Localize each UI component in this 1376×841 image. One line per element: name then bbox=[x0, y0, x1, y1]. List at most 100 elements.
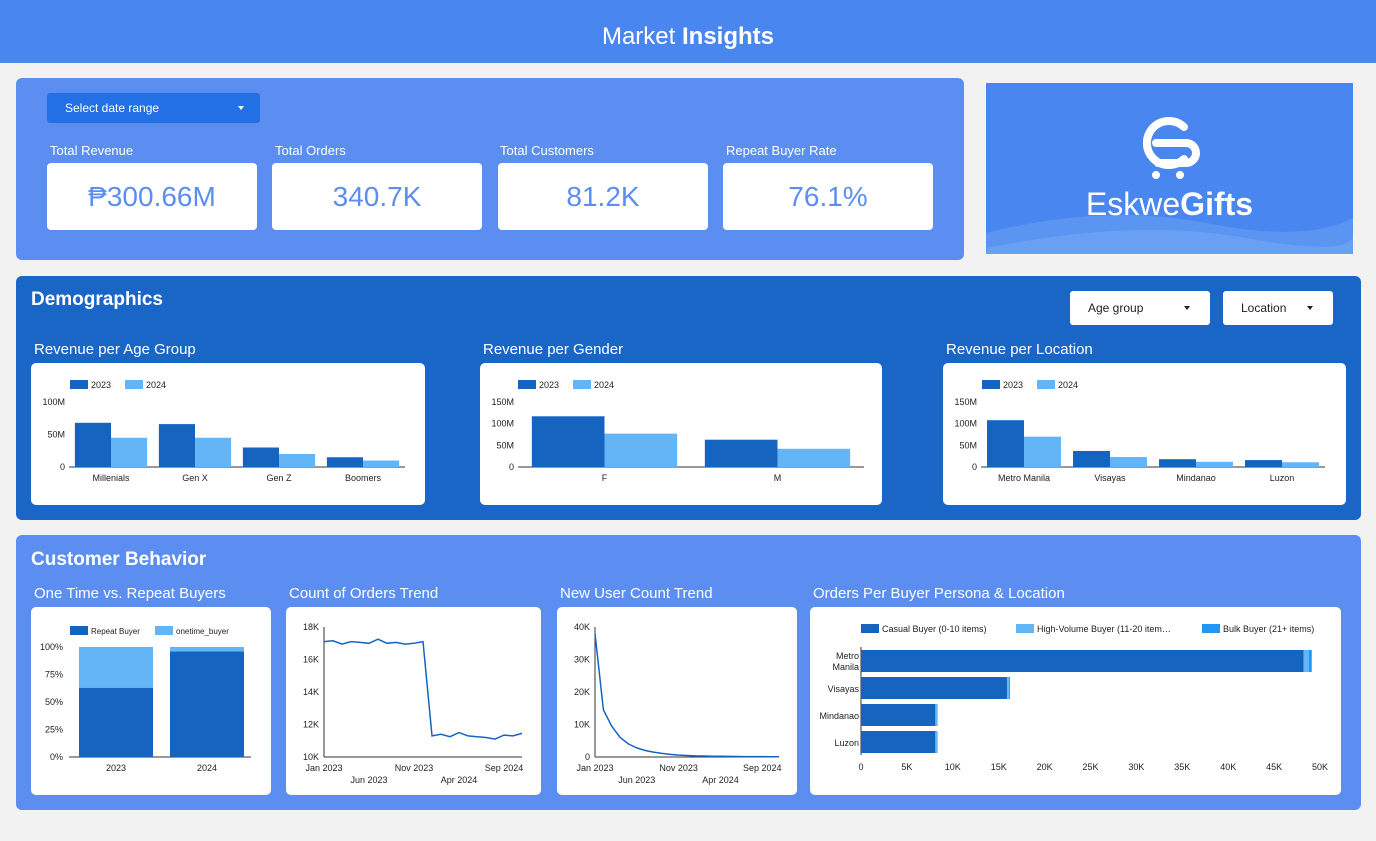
kpi-value-orders: 340.7K bbox=[272, 163, 482, 230]
chart-title-age-group: Revenue per Age Group bbox=[34, 341, 196, 358]
x-tick-label: 0 bbox=[858, 762, 863, 772]
location-chart: 2023 2024 0 50M 100M 150M Metro Manila Visayas M… bbox=[954, 380, 1325, 483]
legend-swatch bbox=[155, 626, 173, 635]
buyer-persona-chart: Casual Buyer (0-10 items) High-Volume Buy… bbox=[819, 624, 1328, 772]
stacked-bar-segment bbox=[861, 677, 1007, 699]
bar bbox=[1024, 436, 1061, 467]
y-tick-label: 50% bbox=[45, 697, 63, 707]
x-tick-label: 30K bbox=[1128, 762, 1144, 772]
x-tick-label: Mindanao bbox=[1176, 473, 1216, 483]
x-tick-label: Boomers bbox=[345, 473, 382, 483]
stacked-bar-segment bbox=[936, 731, 938, 753]
x-tick-label: Luzon bbox=[1270, 473, 1295, 483]
logo-name-light: Eskwe bbox=[1085, 186, 1181, 222]
bar bbox=[1110, 457, 1147, 467]
x-tick-label: Metro Manila bbox=[998, 473, 1050, 483]
age-group-chart: 2023 2024 0 50M 100M Millenials Gen X Gen Z Boom… bbox=[42, 380, 405, 483]
x-tick-label: 20K bbox=[1037, 762, 1053, 772]
demographics-title: Demographics bbox=[31, 289, 163, 310]
stacked-bar-segment bbox=[936, 704, 938, 726]
y-tick-label: 50M bbox=[959, 440, 977, 450]
chart-title-new-users-trend: New User Count Trend bbox=[560, 585, 713, 602]
bar bbox=[777, 448, 851, 467]
x-tick-label: 25K bbox=[1082, 762, 1098, 772]
location-chart-card: 2023 2024 0 50M 100M 150M Metro Manila Visayas M… bbox=[943, 363, 1346, 505]
stacked-bar-segment bbox=[1308, 650, 1312, 672]
legend-label: Bulk Buyer (21+ items) bbox=[1223, 624, 1314, 634]
x-tick-label: Jun 2023 bbox=[350, 775, 387, 785]
buyer-persona-chart-card: Casual Buyer (0-10 items) High-Volume Buy… bbox=[810, 607, 1341, 795]
kpi-label-repeat-rate: Repeat Buyer Rate bbox=[726, 143, 837, 158]
y-tick-label: Manila bbox=[832, 662, 859, 672]
y-tick-label: 150M bbox=[491, 397, 514, 407]
x-tick-label: 40K bbox=[1220, 762, 1236, 772]
bar bbox=[363, 460, 400, 467]
x-tick-label: Visayas bbox=[1094, 473, 1126, 483]
x-tick-label: Gen X bbox=[182, 473, 208, 483]
x-tick-label: 10K bbox=[945, 762, 961, 772]
kpi-value-repeat-rate: 76.1% bbox=[723, 163, 933, 230]
age-group-filter[interactable]: Age group bbox=[1070, 291, 1210, 325]
bar bbox=[987, 420, 1024, 467]
y-tick-label: 0% bbox=[50, 752, 63, 762]
header-title-light: Market bbox=[601, 23, 676, 50]
chart-title-orders-trend: Count of Orders Trend bbox=[289, 585, 439, 602]
legend-swatch bbox=[982, 380, 1000, 389]
bar bbox=[74, 422, 111, 467]
x-tick-label: Gen Z bbox=[266, 473, 292, 483]
x-tick-label: Jan 2023 bbox=[305, 763, 342, 773]
y-tick-label: 100M bbox=[491, 419, 514, 429]
y-tick-label: Luzon bbox=[834, 738, 859, 748]
bar bbox=[704, 439, 778, 467]
x-tick-label: 50K bbox=[1312, 762, 1328, 772]
legend-swatch bbox=[70, 380, 88, 389]
y-tick-label: 10K bbox=[303, 752, 319, 762]
y-tick-label: 100M bbox=[42, 397, 65, 407]
stacked-bar-segment bbox=[79, 687, 153, 757]
stacked-bar-segment bbox=[79, 647, 153, 688]
legend-swatch bbox=[125, 380, 143, 389]
orders-trend-chart-card: 10K 12K 14K 16K 18K Jan 2023 Nov 2023 Sep 2024 J… bbox=[286, 607, 541, 795]
x-tick-label: 5K bbox=[901, 762, 912, 772]
caret-down-icon bbox=[1184, 306, 1190, 310]
x-tick-label: 15K bbox=[991, 762, 1007, 772]
x-tick-label: M bbox=[774, 473, 782, 483]
legend-swatch bbox=[1037, 380, 1055, 389]
y-tick-label: 30K bbox=[574, 655, 590, 665]
kpi-label-customers: Total Customers bbox=[500, 143, 594, 158]
repeat-buyers-chart-card: Repeat Buyer onetime_buyer 0% 25% 50% 75% 100%… bbox=[31, 607, 271, 795]
logo-wordmark: EskweGifts bbox=[986, 186, 1353, 223]
repeat-buyers-chart: Repeat Buyer onetime_buyer 0% 25% 50% 75% 100%… bbox=[40, 626, 251, 773]
location-filter[interactable]: Location bbox=[1223, 291, 1333, 325]
legend-label: onetime_buyer bbox=[176, 627, 229, 636]
location-filter-label: Location bbox=[1241, 301, 1287, 315]
legend-label: Casual Buyer (0-10 items) bbox=[882, 624, 987, 634]
legend-label: Repeat Buyer bbox=[91, 627, 140, 636]
new-users-chart: 0 10K 20K 30K 40K Jan 2023 Nov 2023 Sep 2024 Jun… bbox=[574, 622, 782, 785]
x-tick-label: 45K bbox=[1266, 762, 1282, 772]
x-tick-label: F bbox=[602, 473, 608, 483]
legend-swatch bbox=[1202, 624, 1220, 633]
legend-label: 2024 bbox=[146, 380, 166, 390]
stacked-bar-segment bbox=[1006, 677, 1009, 699]
legend-label: 2023 bbox=[539, 380, 559, 390]
y-tick-label: Metro bbox=[836, 651, 859, 661]
legend-swatch bbox=[518, 380, 536, 389]
caret-down-icon bbox=[1307, 306, 1313, 310]
header-title-bold: Insights bbox=[682, 23, 775, 50]
bar bbox=[111, 437, 148, 467]
chart-title-location: Revenue per Location bbox=[946, 341, 1093, 358]
x-tick-label: 2024 bbox=[197, 763, 217, 773]
y-tick-label: 50M bbox=[47, 430, 65, 440]
age-group-chart-card: 2023 2024 0 50M 100M Millenials Gen X Gen Z Boom… bbox=[31, 363, 425, 505]
bar bbox=[158, 424, 195, 467]
y-tick-label: 0 bbox=[585, 752, 590, 762]
kpi-value-revenue: ₱300.66M bbox=[47, 163, 257, 230]
kpi-label-orders: Total Orders bbox=[275, 143, 346, 158]
y-tick-label: 75% bbox=[45, 670, 63, 680]
legend-swatch bbox=[70, 626, 88, 635]
x-tick-label: Millenials bbox=[92, 473, 130, 483]
date-range-select[interactable]: Select date range bbox=[47, 93, 260, 123]
chart-title-repeat-buyers: One Time vs. Repeat Buyers bbox=[34, 585, 226, 602]
y-tick-label: 40K bbox=[574, 622, 590, 632]
